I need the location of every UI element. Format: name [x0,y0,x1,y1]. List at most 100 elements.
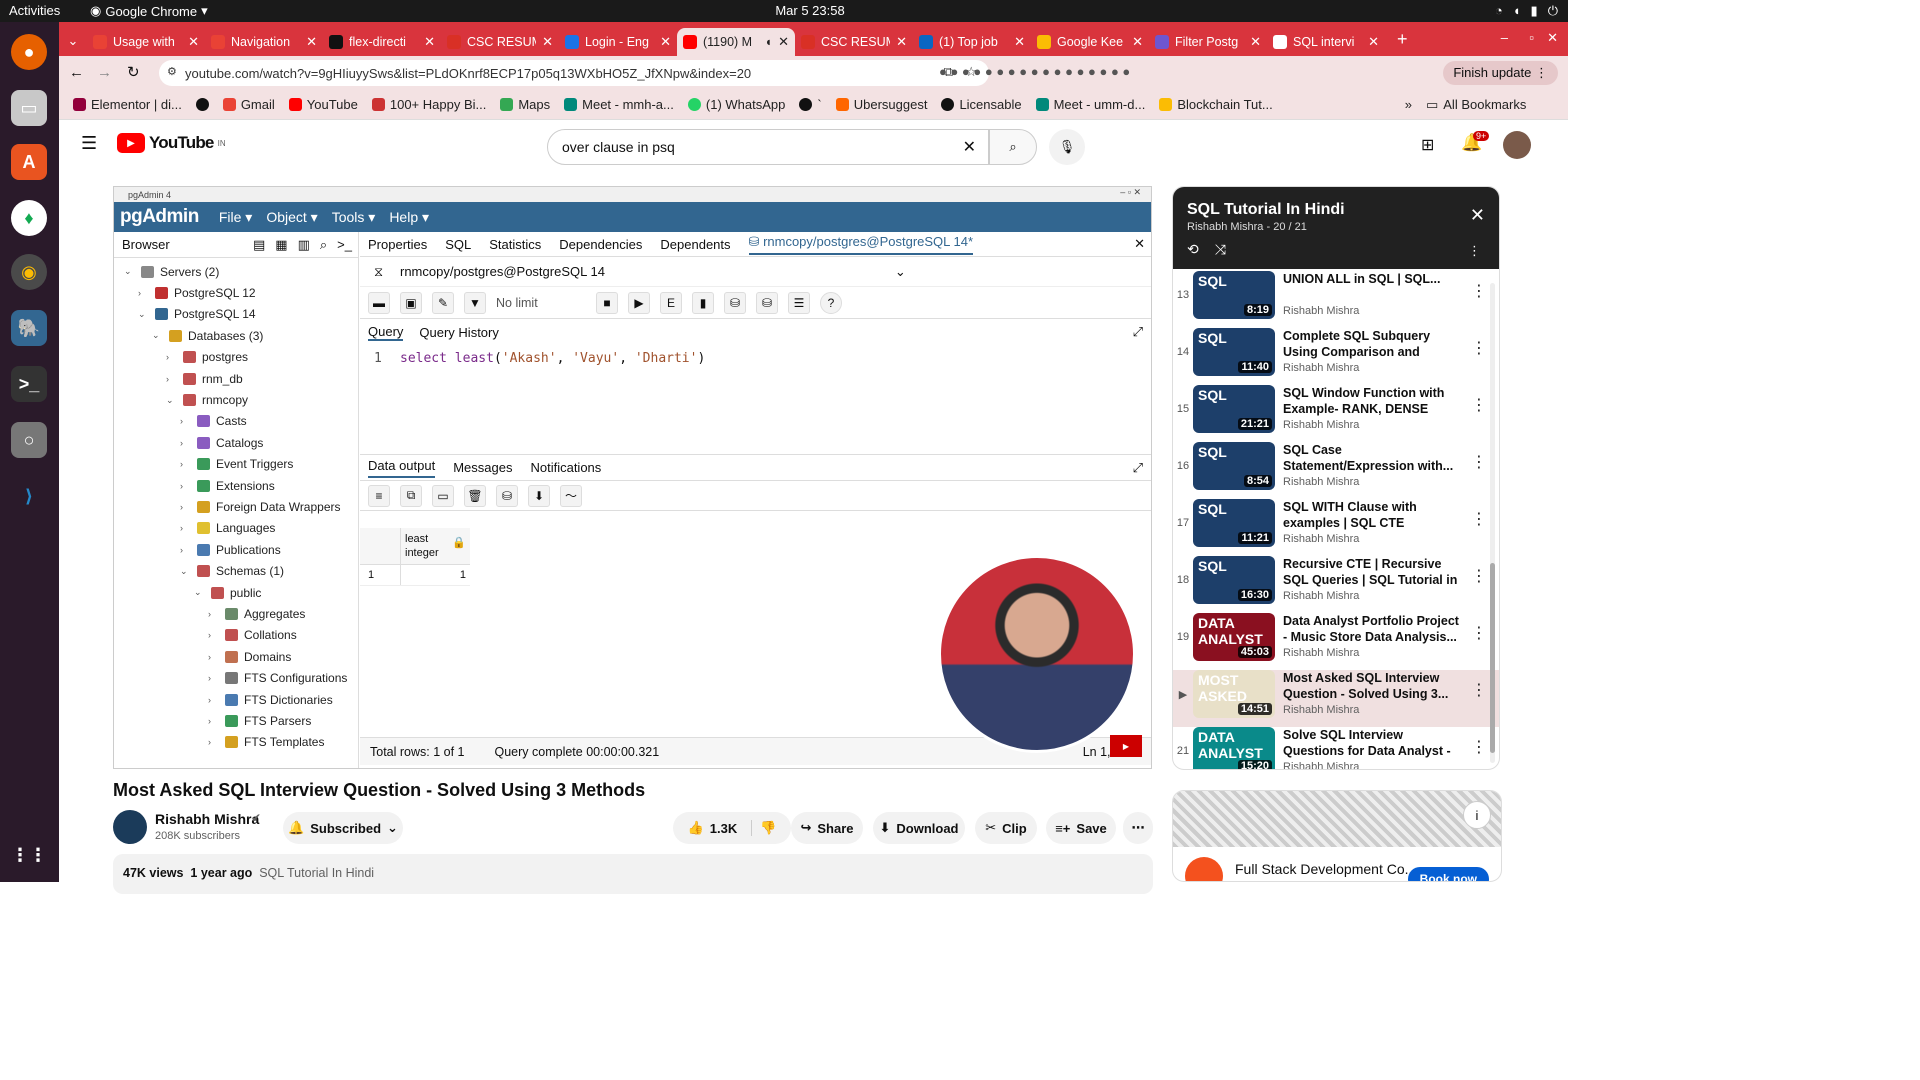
more-options-icon[interactable]: ⋮ [1465,670,1487,727]
playlist-link[interactable]: SQL Tutorial In Hindi [259,866,374,880]
more-options-icon[interactable]: ⋮ [1468,243,1481,259]
tab[interactable]: Filter Postg ✕ [1149,28,1267,56]
playlist-item[interactable]: 13 SQL 8:19 UNION ALL in SQL | SQL... Rishab… [1173,271,1499,328]
tree-node[interactable]: › Aggregates [114,603,358,624]
tab-notifications[interactable]: Notifications [530,460,601,475]
chevron-down-icon[interactable]: ⌄ [166,395,177,406]
chevron-right-icon[interactable]: › [208,695,219,705]
tree-node[interactable]: › Foreign Data Wrappers [114,496,358,517]
close-icon[interactable]: ✕ [424,34,435,50]
channel-name[interactable]: Rishabh Mishra [155,811,259,827]
firefox-icon[interactable]: ● [11,34,47,70]
chevron-right-icon[interactable]: › [208,609,219,619]
voice-search-button[interactable]: 🎙 [1049,129,1085,165]
tree-node[interactable]: › FTS Templates [114,732,358,753]
software-icon[interactable]: A [11,144,47,180]
menu-icon[interactable]: ☰ [81,133,97,154]
save-icon[interactable]: ▣ [400,291,422,314]
object-tree[interactable]: ⌄ Servers (2) › PostgreSQL 12 ⌄ PostgreSQL 14… [114,258,358,753]
reload-button[interactable]: ↻ [127,63,140,81]
clock[interactable]: Mar 5 23:58 [740,3,880,18]
expand-icon[interactable]: ⤢ [1133,460,1151,476]
more-options-icon[interactable]: ⋮ [1465,727,1487,769]
chevron-right-icon[interactable]: › [208,630,219,640]
tree-node[interactable]: › FTS Dictionaries [114,689,358,710]
playlist-title[interactable]: SQL Tutorial In Hindi [1187,201,1485,219]
menu-file[interactable]: File ▾ [219,209,252,226]
grid-cell[interactable]: 1 [400,565,470,585]
edit-icon[interactable]: ✎ [432,291,454,314]
download-button[interactable]: ⬇ Download [873,812,965,844]
tree-node[interactable]: › Publications [114,539,358,560]
close-icon[interactable]: ✕ [896,34,907,50]
chevron-right-icon[interactable]: › [180,416,191,426]
window-controls[interactable]: – ▫ ✕ [1120,187,1141,198]
thumbnail[interactable]: DATA ANALYST 15:20 [1193,727,1275,769]
limit-select[interactable]: No limit [496,296,586,310]
add-row-icon[interactable]: ≡ [368,484,390,507]
more-options-icon[interactable]: ⋮ [1465,613,1487,670]
bookmark[interactable]: Maps [500,97,550,112]
tab[interactable]: Login - Eng ✕ [559,28,677,56]
chevron-right-icon[interactable]: › [180,545,191,555]
activities-button[interactable]: Activities [9,3,60,18]
description-box[interactable]: 47K views 1 year ago SQL Tutorial In Hin… [113,854,1153,894]
open-file-icon[interactable]: ▬ [368,291,390,314]
tab-query-tool[interactable]: ⛁ rnmcopy/postgres@PostgreSQL 14* [748,234,974,255]
close-icon[interactable]: ✕ [542,34,553,50]
close-icon[interactable]: ✕ [660,34,671,50]
thumbnail[interactable]: SQL 8:54 [1193,442,1275,490]
tree-node[interactable]: › Catalogs [114,432,358,453]
menu-object[interactable]: Object ▾ [266,209,317,226]
bookmark[interactable]: Meet - umm-d... [1035,97,1145,112]
tree-node[interactable]: › Domains [114,646,358,667]
chevron-right-icon[interactable]: › [208,737,219,747]
all-bookmarks[interactable]: ▭ All Bookmarks [1426,97,1526,113]
terminal-icon[interactable]: >_ [11,366,47,402]
playlist-item[interactable]: ▶ MOST ASKED 14:51 Most Asked SQL Interview… [1173,670,1499,727]
thumbs-down-icon[interactable]: 👎 [751,820,776,836]
playlist-item[interactable]: 17 SQL 11:21 SQL WITH Clause with examples … [1173,499,1499,556]
forward-button[interactable]: → [97,64,112,81]
tab[interactable]: SQL intervi ✕ [1267,28,1385,56]
tree-node[interactable]: › rnm_db [114,368,358,389]
tree-node[interactable]: › FTS Parsers [114,710,358,731]
tree-node[interactable]: ⌄ public [114,582,358,603]
tree-node[interactable]: › Languages [114,518,358,539]
close-panel-icon[interactable]: ✕ [1134,236,1151,252]
expand-icon[interactable]: ⤢ [1133,324,1151,340]
chevron-right-icon[interactable]: › [166,374,177,384]
explain-analyze-icon[interactable]: ▮ [692,291,714,314]
files-icon[interactable]: ▭ [11,90,47,126]
save-button[interactable]: ≡+ Save [1046,812,1116,844]
site-info-icon[interactable]: ⚙ [167,65,177,78]
chevron-down-icon[interactable]: ⌄ [124,266,135,277]
playlist-item[interactable]: 14 SQL 11:40 Complete SQL Subquery Using Co… [1173,328,1499,385]
close-icon[interactable]: ✕ [1250,34,1261,50]
tree-node[interactable]: ⌄ Servers (2) [114,261,358,282]
chevron-right-icon[interactable]: › [166,352,177,362]
tree-node[interactable]: ⌄ PostgreSQL 14 [114,304,358,325]
chevron-right-icon[interactable]: › [208,716,219,726]
chevron-down-icon[interactable]: ⌄ [152,330,163,341]
thumbnail[interactable]: MOST ASKED 14:51 [1193,670,1275,718]
chevron-right-icon[interactable]: › [138,288,149,298]
ad-card[interactable]: i Full Stack Development Co... Book now [1172,790,1502,882]
chevron-right-icon[interactable]: › [208,673,219,683]
graph-icon[interactable]: 〜 [560,484,582,507]
bookmark[interactable]: Elementor | di... [73,97,182,112]
more-bookmarks-icon[interactable]: » [1405,97,1412,112]
tab[interactable]: (1) Top job ✕ [913,28,1031,56]
back-button[interactable]: ← [69,64,84,81]
tab[interactable]: CSC RESUM ✕ [795,28,913,56]
download-icon[interactable]: ⬇ [528,484,550,507]
thumbnail[interactable]: DATA ANALYST 45:03 [1193,613,1275,661]
search-dock-icon[interactable]: ○ [11,422,47,458]
connection-bar[interactable]: ⧖ rnmcopy/postgres@PostgreSQL 14 ⌄ [360,257,1151,287]
mongodb-icon[interactable]: ♦ [11,200,47,236]
clip-button[interactable]: ✂ Clip [975,812,1037,844]
browser-tools[interactable]: ▤ ▦ ▥ ⌕ >_ [253,237,358,253]
tab[interactable]: Navigation ✕ [205,28,323,56]
menu-tools[interactable]: Tools ▾ [332,209,376,226]
more-options-icon[interactable]: ⋮ [1465,499,1487,556]
